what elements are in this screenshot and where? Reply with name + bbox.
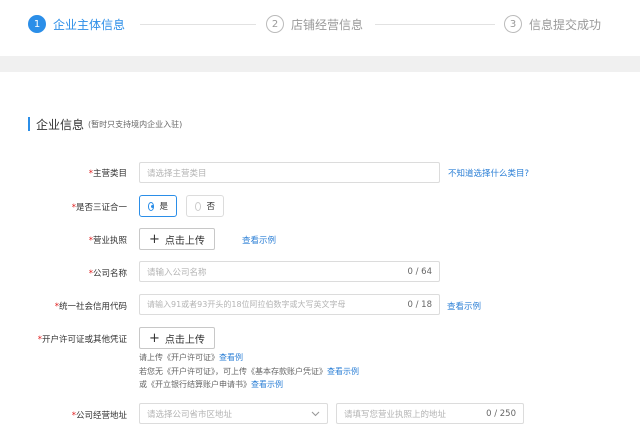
company-name-placeholder: 请输入公司名称 bbox=[147, 267, 207, 278]
section-subtitle: (暂时只支持境内企业入驻) bbox=[88, 119, 183, 129]
section-title: 企业信息 (暂时只支持境内企业入驻) bbox=[28, 116, 182, 132]
account-permit-hint-2: 若您无《开户许可证》，可上传《基本存款账户凭证》查看示例 bbox=[139, 367, 359, 376]
credit-code-label: *统一社会信用代码 bbox=[54, 302, 127, 312]
license-example-link[interactable]: 查看示例 bbox=[242, 234, 276, 246]
plus-icon: + bbox=[149, 231, 160, 247]
radio-dot bbox=[195, 201, 202, 211]
three-in-one-label: *是否三证合一 bbox=[71, 203, 127, 213]
step-1: 1 企业主体信息 bbox=[28, 14, 125, 34]
char-counter: 0 / 64 bbox=[407, 266, 433, 277]
region-placeholder: 请选择公司省市区地址 bbox=[147, 409, 233, 420]
company-name-label: *公司名称 bbox=[88, 269, 127, 279]
three-in-one-yes-radio[interactable]: 是 bbox=[139, 195, 177, 217]
account-permit-hint-3: 或《开立银行结算账户申请书》查看示例 bbox=[139, 380, 283, 389]
address-detail-input[interactable]: 请填写您营业执照上的地址 0 / 250 bbox=[336, 403, 524, 424]
address-detail-placeholder: 请填写您营业执照上的地址 bbox=[344, 409, 447, 420]
address-label: *公司经营地址 bbox=[71, 411, 127, 421]
step-label: 企业主体信息 bbox=[53, 17, 126, 32]
step-label: 店铺经营信息 bbox=[291, 17, 364, 32]
radio-dot bbox=[148, 201, 155, 211]
example-link[interactable]: 查看例 bbox=[219, 353, 243, 362]
address-region-select[interactable]: 请选择公司省市区地址 bbox=[139, 403, 328, 424]
step-label: 信息提交成功 bbox=[529, 17, 602, 32]
step-divider bbox=[140, 24, 256, 25]
step-number: 1 bbox=[28, 15, 46, 33]
upload-label: 点击上传 bbox=[164, 235, 205, 247]
category-label: *主营类目 bbox=[88, 169, 127, 179]
three-in-one-no-radio[interactable]: 否 bbox=[186, 195, 224, 217]
account-permit-label: *开户许可证或其他凭证 bbox=[37, 335, 127, 345]
radio-label: 是 bbox=[159, 202, 168, 212]
example-link[interactable]: 查看示例 bbox=[251, 380, 283, 389]
step-number: 2 bbox=[266, 15, 284, 33]
char-counter: 0 / 18 bbox=[407, 299, 433, 310]
title-accent-bar bbox=[28, 117, 30, 131]
license-label: *营业执照 bbox=[88, 236, 127, 246]
credit-code-placeholder: 请输入91或者93开头的18位阿拉伯数字或大写英文字母 bbox=[147, 300, 346, 309]
account-permit-upload-button[interactable]: + 点击上传 bbox=[139, 327, 215, 349]
company-name-input[interactable]: 请输入公司名称 0 / 64 bbox=[139, 261, 440, 282]
category-placeholder: 请选择主营类目 bbox=[147, 168, 207, 179]
step-3: 3 信息提交成功 bbox=[504, 14, 601, 34]
license-upload-button[interactable]: + 点击上传 bbox=[139, 228, 215, 250]
char-counter: 0 / 250 bbox=[486, 408, 516, 419]
section-divider bbox=[0, 56, 640, 72]
category-help-link[interactable]: 不知道选择什么类目? bbox=[448, 167, 529, 179]
example-link[interactable]: 查看示例 bbox=[327, 367, 359, 376]
plus-icon: + bbox=[149, 330, 160, 346]
radio-label: 否 bbox=[206, 202, 215, 212]
category-select[interactable]: 请选择主营类目 bbox=[139, 162, 440, 183]
step-number: 3 bbox=[504, 15, 522, 33]
steps-bar: 1 企业主体信息 2 店铺经营信息 3 信息提交成功 bbox=[0, 0, 640, 48]
step-2: 2 店铺经营信息 bbox=[266, 14, 363, 34]
account-permit-hint-1: 请上传《开户许可证》查看例 bbox=[139, 353, 243, 362]
upload-label: 点击上传 bbox=[164, 334, 205, 346]
chevron-down-icon bbox=[310, 409, 320, 419]
section-title-text: 企业信息 bbox=[36, 117, 85, 132]
credit-code-example-link[interactable]: 查看示例 bbox=[447, 300, 481, 312]
credit-code-input[interactable]: 请输入91或者93开头的18位阿拉伯数字或大写英文字母 0 / 18 bbox=[139, 294, 440, 315]
step-divider bbox=[375, 24, 495, 25]
